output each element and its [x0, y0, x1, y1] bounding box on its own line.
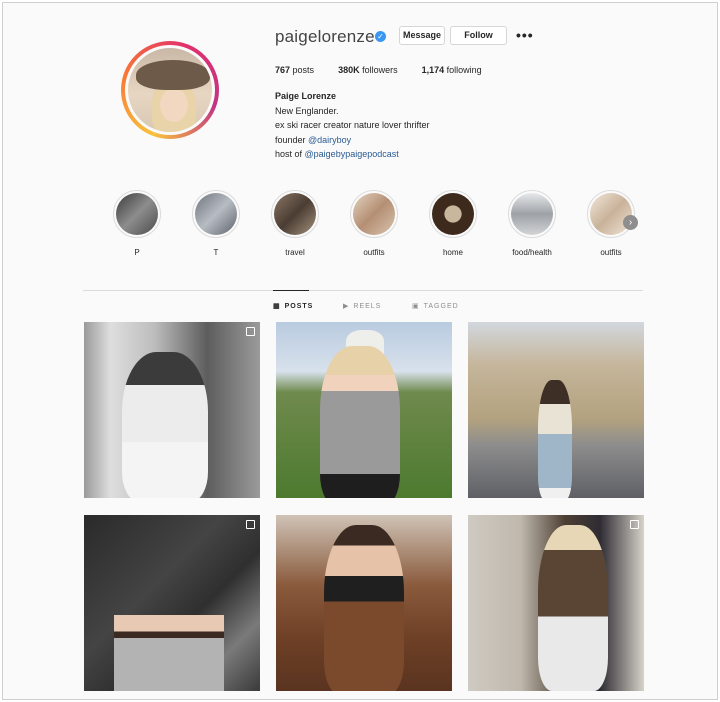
stat-posts: 767 posts [275, 65, 315, 75]
carousel-icon [246, 520, 255, 529]
highlight-cover [432, 193, 474, 235]
post-thumbnail[interactable] [468, 322, 644, 498]
podcast-link[interactable]: @paigebypaigepodcast [305, 149, 399, 159]
highlight-item[interactable]: T [186, 190, 246, 257]
post-thumbnail[interactable] [276, 322, 452, 498]
chevron-right-icon[interactable]: › [623, 215, 638, 230]
tab-posts[interactable]: ▦ POSTS [273, 302, 313, 310]
stat-followers[interactable]: 380K followers [338, 65, 398, 75]
tabs-divider [83, 290, 643, 291]
post-thumbnail[interactable] [84, 515, 260, 691]
dairyboy-link[interactable]: @dairyboy [308, 135, 351, 145]
stat-following[interactable]: 1,174 following [422, 65, 482, 75]
bio-line: New Englander. [275, 105, 339, 116]
post-thumbnail[interactable] [468, 515, 644, 691]
carousel-icon [630, 520, 639, 529]
story-highlights: P T travel outfits home food/health outf… [107, 190, 647, 260]
bio-line: ex ski racer creator nature lover thrift… [275, 120, 430, 130]
follow-button[interactable]: Follow [450, 26, 507, 45]
highlight-item[interactable]: home [423, 190, 483, 257]
tagged-icon: ▣ [412, 303, 420, 310]
tab-tagged[interactable]: ▣ TAGGED [412, 302, 459, 310]
profile-bio: Paige Lorenze New Englander. ex ski race… [275, 89, 430, 162]
carousel-icon [246, 327, 255, 336]
grid-icon: ▦ [273, 303, 281, 310]
tab-reels[interactable]: ▶ REELS [343, 302, 381, 310]
highlight-item[interactable]: food/health [502, 190, 562, 257]
highlight-cover [195, 193, 237, 235]
highlight-cover [353, 193, 395, 235]
highlight-cover [274, 193, 316, 235]
profile-page: paigelorenze ✓ Message Follow ••• 767 po… [2, 2, 718, 700]
profile-stats: 767 posts 380K followers 1,174 following [275, 65, 506, 75]
post-thumbnail[interactable] [276, 515, 452, 691]
highlight-cover [511, 193, 553, 235]
bio-line: host of @paigebypaigepodcast [275, 149, 399, 159]
post-thumbnail[interactable] [84, 322, 260, 498]
highlight-cover [116, 193, 158, 235]
reels-icon: ▶ [343, 303, 350, 310]
active-tab-indicator [273, 290, 309, 291]
profile-username: paigelorenze [275, 27, 375, 46]
highlight-item[interactable]: outfits [344, 190, 404, 257]
message-button[interactable]: Message [399, 26, 445, 45]
highlight-item[interactable]: travel [265, 190, 325, 257]
avatar [125, 45, 215, 135]
profile-avatar-ring[interactable] [121, 41, 219, 139]
verified-badge-icon: ✓ [375, 31, 386, 42]
hat-shape [136, 60, 210, 90]
highlight-item[interactable]: P [107, 190, 167, 257]
more-options-icon[interactable]: ••• [516, 27, 534, 43]
profile-full-name: Paige Lorenze [275, 91, 337, 101]
bio-line: founder @dairyboy [275, 134, 352, 145]
